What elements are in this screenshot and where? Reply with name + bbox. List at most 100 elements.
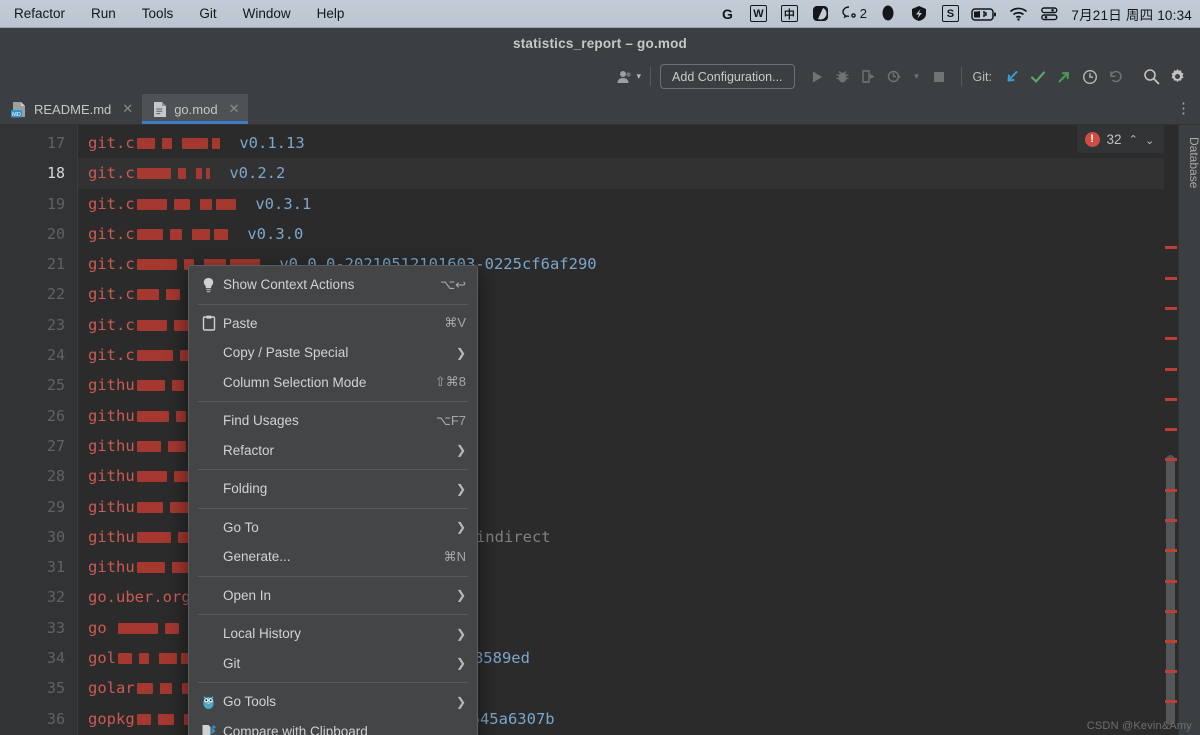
error-marker[interactable]: [1165, 368, 1177, 371]
error-marker[interactable]: [1165, 277, 1177, 280]
code-line[interactable]: git.c v0.1.13: [78, 128, 1200, 158]
macos-menu-refactor[interactable]: Refactor: [0, 0, 78, 27]
stop-button[interactable]: [926, 64, 952, 90]
line-number[interactable]: 32: [0, 582, 77, 612]
line-number[interactable]: 30: [0, 522, 77, 552]
scrollbar-thumb[interactable]: [1166, 455, 1175, 725]
error-marker[interactable]: [1165, 398, 1177, 401]
chevron-up-icon[interactable]: ⌃: [1129, 133, 1138, 146]
error-marker[interactable]: [1165, 670, 1177, 673]
error-marker[interactable]: [1165, 700, 1177, 703]
line-number[interactable]: 18: [0, 158, 77, 188]
input-method-chinese-icon[interactable]: 中: [775, 0, 803, 27]
line-number[interactable]: 17: [0, 128, 77, 158]
close-icon[interactable]: ✕: [229, 101, 240, 117]
error-marker[interactable]: [1165, 519, 1177, 522]
menu-item-git[interactable]: Git❯: [189, 649, 477, 679]
settings-gear-icon[interactable]: [1164, 64, 1190, 90]
error-marker[interactable]: [1165, 246, 1177, 249]
macos-menu-window[interactable]: Window: [230, 0, 304, 27]
profile-button[interactable]: [882, 64, 908, 90]
error-marker[interactable]: [1165, 458, 1177, 461]
git-update-button[interactable]: [999, 64, 1025, 90]
line-number[interactable]: 20: [0, 219, 77, 249]
editor-context-menu[interactable]: Show Context Actions⌥↩ Paste⌘VCopy / Past…: [188, 265, 478, 735]
line-number[interactable]: 28: [0, 461, 77, 491]
editor-scrollbar[interactable]: [1164, 125, 1178, 735]
run-button[interactable]: [804, 64, 830, 90]
grammarly-icon[interactable]: G: [713, 0, 741, 27]
menu-item-local-history[interactable]: Local History❯: [189, 619, 477, 649]
control-center-icon[interactable]: [1035, 0, 1063, 27]
close-icon[interactable]: ✕: [122, 101, 133, 117]
wifi-icon[interactable]: [1004, 0, 1032, 27]
error-marker[interactable]: [1165, 337, 1177, 340]
line-number[interactable]: 22: [0, 279, 77, 309]
editor-tab-readme[interactable]: MD README.md ✕: [0, 94, 142, 124]
line-number[interactable]: 21: [0, 249, 77, 279]
macos-menu-tools[interactable]: Tools: [129, 0, 187, 27]
error-marker[interactable]: [1165, 640, 1177, 643]
editor-tab-gomod[interactable]: go.mod ✕: [142, 94, 248, 124]
menu-item-compare-with-clipboard[interactable]: Compare with Clipboard: [189, 717, 477, 735]
error-marker[interactable]: [1165, 307, 1177, 310]
chevron-down-icon[interactable]: ⌃: [1145, 133, 1154, 146]
menu-item-show-context-actions[interactable]: Show Context Actions⌥↩: [189, 270, 477, 300]
git-rollback-button[interactable]: [1103, 64, 1129, 90]
macos-clock[interactable]: 7月21日 周四 10:34: [1066, 4, 1192, 24]
debug-button[interactable]: [830, 64, 856, 90]
git-history-button[interactable]: [1077, 64, 1103, 90]
bartender-icon[interactable]: [806, 0, 834, 27]
code-line[interactable]: git.c v0.3.1: [78, 189, 1200, 219]
qq-icon[interactable]: [874, 0, 902, 27]
wps-icon[interactable]: W: [744, 0, 772, 27]
more-dropdown[interactable]: ▾: [908, 64, 926, 90]
code-line[interactable]: git.c v0.3.0: [78, 219, 1200, 249]
line-number[interactable]: 31: [0, 552, 77, 582]
line-number-gutter[interactable]: 1718192021222324252627282930313233343536: [0, 125, 78, 735]
line-number[interactable]: 23: [0, 310, 77, 340]
search-everywhere-icon[interactable]: [1138, 64, 1164, 90]
line-number[interactable]: 19: [0, 189, 77, 219]
line-number[interactable]: 26: [0, 401, 77, 431]
inspection-status-badge[interactable]: ! 32 ⌃ ⌃: [1077, 125, 1164, 153]
error-marker[interactable]: [1165, 428, 1177, 431]
menu-item-folding[interactable]: Folding❯: [189, 474, 477, 504]
line-number[interactable]: 35: [0, 673, 77, 703]
profile-avatar-button[interactable]: ▾: [616, 64, 642, 90]
error-marker[interactable]: [1165, 549, 1177, 552]
menu-item-open-in[interactable]: Open In❯: [189, 581, 477, 611]
battery-icon[interactable]: [967, 0, 1001, 27]
line-number[interactable]: 27: [0, 431, 77, 461]
line-number[interactable]: 25: [0, 370, 77, 400]
line-number[interactable]: 34: [0, 643, 77, 673]
shadowsocks-icon[interactable]: [905, 0, 933, 27]
error-marker[interactable]: [1165, 610, 1177, 613]
menu-item-go-to[interactable]: Go To❯: [189, 513, 477, 543]
editor-tab-overflow[interactable]: ⋮: [1176, 94, 1200, 124]
line-number[interactable]: 24: [0, 340, 77, 370]
menu-item-column-selection-mode[interactable]: Column Selection Mode⇧⌘8: [189, 368, 477, 398]
menu-item-generate[interactable]: Generate...⌘N: [189, 542, 477, 572]
code-line[interactable]: git.c v0.2.2: [78, 158, 1200, 188]
menu-item-copy-paste-special[interactable]: Copy / Paste Special❯: [189, 338, 477, 368]
line-number[interactable]: 36: [0, 704, 77, 734]
menu-item-find-usages[interactable]: Find Usages⌥F7: [189, 406, 477, 436]
run-with-coverage-button[interactable]: [856, 64, 882, 90]
macos-menu-run[interactable]: Run: [78, 0, 129, 27]
sogou-icon[interactable]: S: [936, 0, 964, 27]
line-number[interactable]: 29: [0, 492, 77, 522]
menu-item-refactor[interactable]: Refactor❯: [189, 436, 477, 466]
macos-menu-git[interactable]: Git: [186, 0, 229, 27]
tool-window-button-database[interactable]: Database: [1179, 131, 1200, 194]
git-commit-button[interactable]: [1025, 64, 1051, 90]
more-vertical-icon[interactable]: ⋮: [1176, 103, 1191, 115]
git-push-button[interactable]: [1051, 64, 1077, 90]
add-configuration-button[interactable]: Add Configuration...: [660, 64, 795, 89]
wechat-icon[interactable]: 2: [837, 0, 871, 27]
line-number[interactable]: 33: [0, 613, 77, 643]
menu-item-paste[interactable]: Paste⌘V: [189, 309, 477, 339]
menu-item-go-tools[interactable]: Go Tools❯: [189, 687, 477, 717]
error-marker[interactable]: [1165, 580, 1177, 583]
error-marker[interactable]: [1165, 489, 1177, 492]
